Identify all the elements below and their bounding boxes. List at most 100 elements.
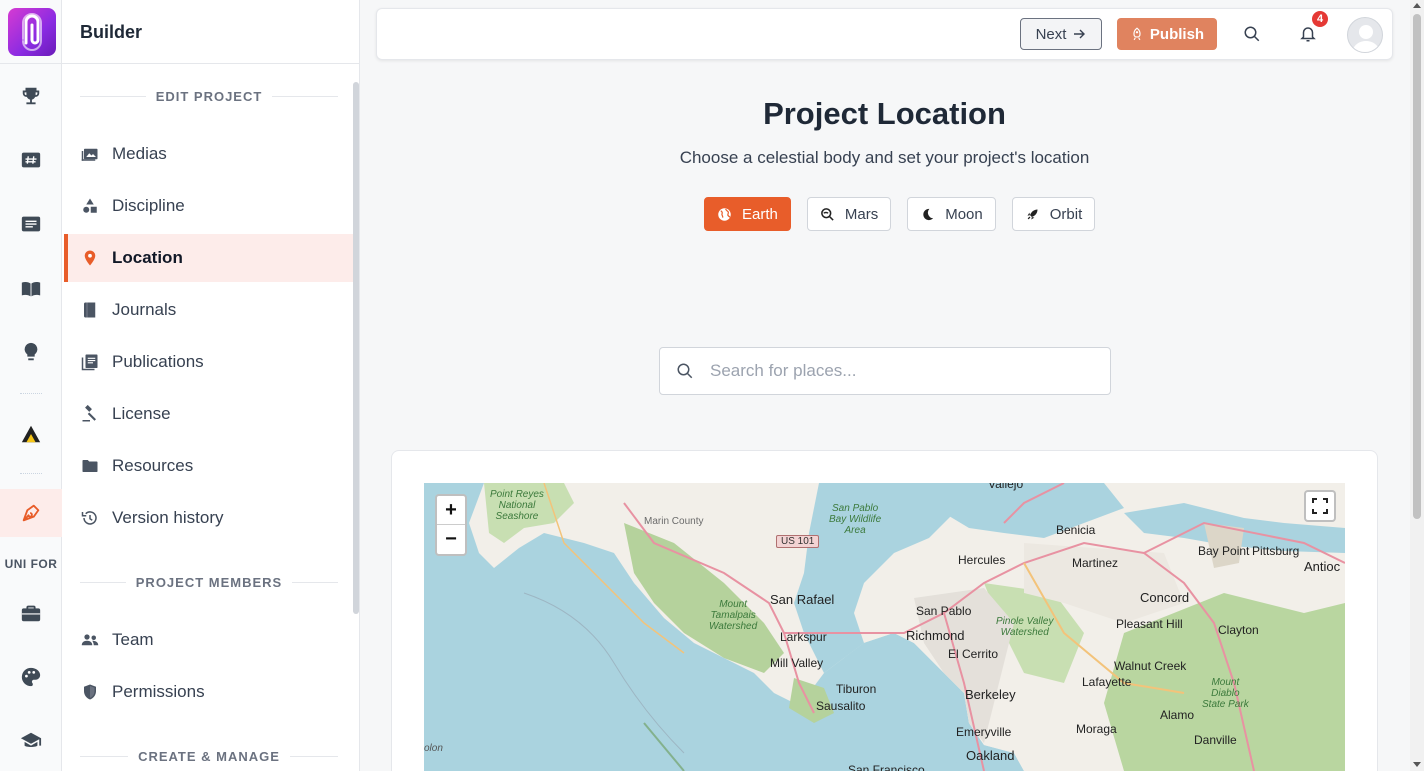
sidebar-item-license[interactable]: License xyxy=(64,390,353,438)
section-label: EDIT PROJECT xyxy=(155,89,263,104)
sidebar-item-permissions[interactable]: Permissions xyxy=(64,668,353,716)
section-create-manage: CREATE & MANAGE xyxy=(80,749,338,764)
palette-icon xyxy=(21,667,41,687)
newspaper-icon xyxy=(21,216,41,232)
rail-builder-button[interactable] xyxy=(0,489,62,537)
map-label-san-rafael: San Rafael xyxy=(770,592,835,607)
sidebar-item-label: Journals xyxy=(112,300,177,319)
scroll-up-arrow-icon[interactable] xyxy=(1413,3,1421,8)
map-label-larkspur: Larkspur xyxy=(780,630,827,644)
sidebar-item-location[interactable]: Location xyxy=(64,234,353,282)
rail-dotted-divider-2 xyxy=(20,473,42,474)
map-label-martinez: Martinez xyxy=(1072,556,1119,570)
mars-label: Mars xyxy=(844,205,879,223)
map-label-bay-point: Bay Point xyxy=(1198,544,1250,558)
rail-section-label: UNI FOR xyxy=(4,557,58,571)
orbit-button[interactable]: Orbit xyxy=(1011,197,1096,231)
folder-icon xyxy=(80,456,100,476)
notifications-button[interactable] xyxy=(1297,23,1319,45)
pen-nib-icon xyxy=(22,504,40,522)
search-button[interactable] xyxy=(1241,23,1263,45)
zoom-in-button[interactable]: + xyxy=(437,496,465,525)
map-label-moraga: Moraga xyxy=(1076,722,1117,736)
scrollbar-thumb[interactable] xyxy=(1413,14,1421,519)
map-label-us101: US 101 xyxy=(776,535,820,548)
history-icon xyxy=(80,508,100,528)
publish-button-label: Publish xyxy=(1149,25,1205,43)
scroll-down-arrow-icon[interactable] xyxy=(1413,762,1421,767)
page-scrollbar[interactable] xyxy=(1410,0,1424,771)
rail-discipline-button[interactable] xyxy=(0,410,62,458)
map-label-marin-county: Marin County xyxy=(644,516,704,527)
next-button[interactable]: Next xyxy=(1020,18,1102,50)
sidebar-item-label: Resources xyxy=(112,456,194,475)
page-title: Project Location xyxy=(763,96,1006,131)
rail-palette-button[interactable] xyxy=(0,653,62,701)
location-map[interactable]: Point Reyes National Seashore Marin County… xyxy=(424,483,1345,771)
team-icon xyxy=(80,630,100,650)
rail-news-button[interactable] xyxy=(0,200,62,248)
rail-library-button[interactable] xyxy=(0,265,62,313)
rail-education-button[interactable] xyxy=(0,717,62,765)
earth-label: Earth xyxy=(742,205,778,223)
sidebar-item-label: Permissions xyxy=(112,682,205,701)
open-book-icon xyxy=(21,281,41,297)
map-pin-icon xyxy=(80,248,100,268)
map-label-emeryville: Emeryville xyxy=(956,725,1012,739)
sidebar-item-discipline[interactable]: Discipline xyxy=(64,182,353,230)
globe-icon xyxy=(718,207,731,221)
search-input[interactable] xyxy=(710,361,1090,381)
section-project-members: PROJECT MEMBERS xyxy=(80,575,338,590)
top-bar: Next Publish 4 xyxy=(376,8,1393,60)
triangle-logo-icon xyxy=(21,425,41,443)
shield-icon xyxy=(80,682,100,702)
builder-panel: Builder EDIT PROJECT Medias Discipline L… xyxy=(62,0,360,771)
rocket-icon xyxy=(1027,209,1038,219)
place-search-box xyxy=(659,347,1111,395)
zoom-out-button[interactable]: − xyxy=(437,525,465,554)
sidebar-item-version-history[interactable]: Version history xyxy=(64,494,353,542)
map-label-alamo: Alamo xyxy=(1160,708,1195,722)
sidebar-item-label: Medias xyxy=(112,144,167,163)
avatar[interactable] xyxy=(1347,17,1383,53)
map-label-richmond: Richmond xyxy=(906,628,965,643)
page-subtitle: Choose a celestial body and set your pro… xyxy=(679,148,1090,167)
gavel-icon xyxy=(80,404,100,424)
map-label-tiburon: Tiburon xyxy=(836,682,877,696)
map-label-hercules: Hercules xyxy=(958,553,1006,567)
trophy-icon xyxy=(22,87,40,105)
earth-button[interactable]: Earth xyxy=(704,197,791,231)
rail-ideas-button[interactable] xyxy=(0,328,62,376)
map-label-walnut-creek: Walnut Creek xyxy=(1114,659,1187,673)
moon-icon xyxy=(923,208,934,220)
rail-projects-button[interactable] xyxy=(0,136,62,184)
rail-dotted-divider xyxy=(20,393,42,394)
fullscreen-button[interactable] xyxy=(1304,490,1336,522)
images-icon xyxy=(80,144,100,164)
rail-portfolio-button[interactable] xyxy=(0,589,62,637)
rail-trophy-button[interactable] xyxy=(0,72,62,120)
graduation-cap-icon xyxy=(20,732,42,747)
bell-icon xyxy=(1300,27,1316,42)
publish-button[interactable]: Publish xyxy=(1117,18,1217,50)
section-label: PROJECT MEMBERS xyxy=(135,575,283,590)
map-label-san-francisco: San Francisco xyxy=(848,763,925,771)
mars-button[interactable]: Mars xyxy=(806,197,892,231)
app-logo[interactable] xyxy=(8,8,56,56)
sidebar-item-label: License xyxy=(112,404,171,423)
section-label: CREATE & MANAGE xyxy=(138,749,280,764)
panel-scrollbar[interactable] xyxy=(353,82,359,614)
shapes-icon xyxy=(80,196,100,216)
sidebar-item-medias[interactable]: Medias xyxy=(64,130,353,178)
map-label-san-pablo-bay: San Pablo Bay Wildlife Area xyxy=(829,503,882,536)
moon-button[interactable]: Moon xyxy=(907,197,996,231)
rocket-icon xyxy=(1133,27,1141,41)
map-label-antioch: Antioc xyxy=(1304,559,1341,574)
sidebar-item-team[interactable]: Team xyxy=(64,616,353,664)
map-label-pleasant-hill: Pleasant Hill xyxy=(1116,617,1183,631)
sidebar-item-resources[interactable]: Resources xyxy=(64,442,353,490)
sidebar-item-publications[interactable]: Publications xyxy=(64,338,353,386)
icon-rail: UNI FOR xyxy=(0,0,62,771)
map-label-olon: olon xyxy=(424,743,443,754)
sidebar-item-journals[interactable]: Journals xyxy=(64,286,353,334)
